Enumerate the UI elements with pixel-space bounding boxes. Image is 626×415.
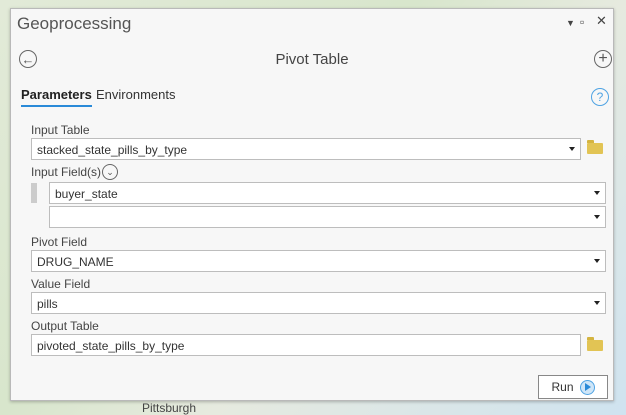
pivot-field-label: Pivot Field [31,235,88,249]
pivot-field-select[interactable]: DRUG_NAME [31,250,606,272]
chevron-down-icon [594,215,600,219]
pane-menu-dropdown-icon[interactable]: ▼ [566,18,575,28]
value-field-select[interactable]: pills [31,292,606,314]
drag-handle[interactable] [31,183,37,203]
pivot-field-value: DRUG_NAME [37,255,114,269]
input-field-select[interactable]: buyer_state [49,182,606,204]
browse-folder-icon[interactable] [587,337,603,351]
geoprocessing-pane: Geoprocessing ▼ ▫ ✕ ← Pivot Table + Para… [10,8,614,401]
maximize-icon[interactable]: ▫ [580,15,584,29]
expand-chevron-icon[interactable]: ⌄ [102,164,118,180]
input-table-label: Input Table [31,123,90,137]
play-icon [579,379,595,395]
tab-parameters[interactable]: Parameters [21,87,92,107]
close-icon[interactable]: ✕ [596,13,607,29]
output-table-label: Output Table [31,319,99,333]
input-fields-label: Input Field(s) [31,165,102,179]
input-field-select-empty[interactable] [49,206,606,228]
output-table-input[interactable]: pivoted_state_pills_by_type [31,334,581,356]
tab-environments[interactable]: Environments [96,87,175,102]
chevron-down-icon [569,147,575,151]
input-table-select[interactable]: stacked_state_pills_by_type [31,138,581,160]
help-icon[interactable]: ? [591,88,609,106]
input-field-value: buyer_state [55,187,118,201]
add-icon[interactable]: + [594,50,612,68]
chevron-down-icon [594,259,600,263]
chevron-down-icon [594,301,600,305]
value-field-value: pills [37,297,58,311]
browse-folder-icon[interactable] [587,140,603,154]
run-button[interactable]: Run [538,375,608,399]
value-field-label: Value Field [31,277,91,291]
chevron-down-icon [594,191,600,195]
output-table-value: pivoted_state_pills_by_type [37,339,185,353]
map-city-label: Pittsburgh [142,401,197,415]
run-label: Run [551,380,574,394]
pane-title: Geoprocessing [17,14,132,33]
input-table-value: stacked_state_pills_by_type [37,143,188,157]
tool-title: Pivot Table [275,51,349,68]
